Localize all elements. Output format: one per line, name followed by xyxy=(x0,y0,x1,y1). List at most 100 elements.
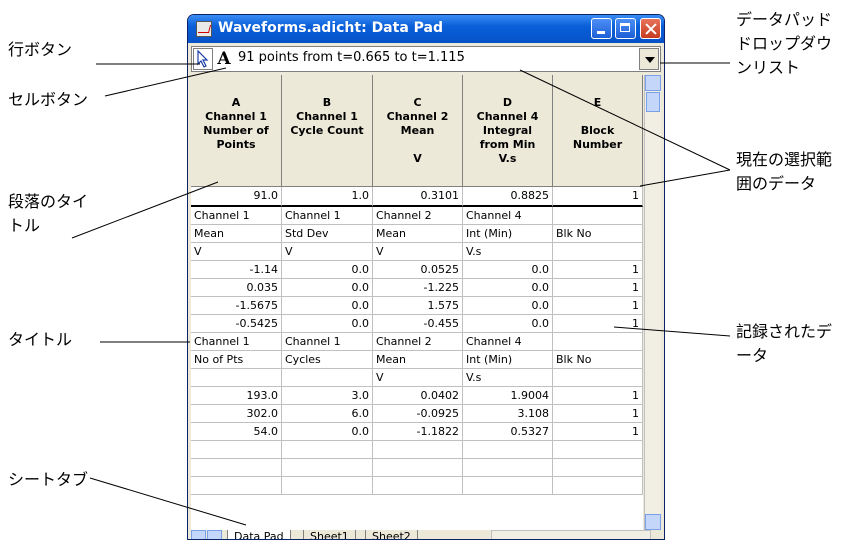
table-cell[interactable] xyxy=(191,459,282,477)
tab-sheet2[interactable]: Sheet2 xyxy=(365,530,418,539)
table-cell[interactable]: Channel 2 xyxy=(373,207,463,225)
dropdown-arrow-icon[interactable] xyxy=(639,48,659,70)
tab-data-pad[interactable]: Data Pad xyxy=(227,530,291,539)
cell-button[interactable]: A xyxy=(214,48,234,70)
column-header[interactable]: C Channel 2 Mean V xyxy=(373,75,463,187)
table-cell[interactable] xyxy=(282,477,373,495)
scroll-down-icon[interactable] xyxy=(645,514,661,530)
table-cell[interactable] xyxy=(553,207,643,225)
table-cell[interactable] xyxy=(191,369,282,387)
column-header[interactable]: D Channel 4 Integral from Min V.s xyxy=(463,75,553,187)
table-cell[interactable]: 1 xyxy=(553,315,643,333)
table-cell[interactable]: 0.035 xyxy=(191,279,282,297)
table-cell[interactable]: -1.14 xyxy=(191,261,282,279)
table-cell[interactable]: Channel 1 xyxy=(282,333,373,351)
table-cell[interactable]: Int (Min) xyxy=(463,351,553,369)
table-cell[interactable]: -0.0925 xyxy=(373,405,463,423)
table-cell[interactable] xyxy=(463,477,553,495)
table-cell[interactable]: 0.0 xyxy=(463,279,553,297)
table-cell[interactable]: 0.0 xyxy=(282,261,373,279)
table-cell[interactable]: No of Pts xyxy=(191,351,282,369)
table-cell[interactable]: Mean xyxy=(373,351,463,369)
table-cell[interactable]: Channel 1 xyxy=(191,207,282,225)
table-cell[interactable]: 0.0 xyxy=(463,297,553,315)
table-cell[interactable] xyxy=(373,459,463,477)
table-cell[interactable] xyxy=(553,441,643,459)
summary-cell[interactable]: 1.0 xyxy=(282,187,373,207)
table-cell[interactable]: V xyxy=(373,243,463,261)
minimize-button[interactable] xyxy=(591,18,612,39)
summary-cell[interactable]: 0.3101 xyxy=(373,187,463,207)
table-cell[interactable] xyxy=(553,459,643,477)
table-cell[interactable]: Channel 1 xyxy=(282,207,373,225)
table-cell[interactable] xyxy=(463,441,553,459)
table-cell[interactable] xyxy=(373,477,463,495)
table-cell[interactable]: -1.1822 xyxy=(373,423,463,441)
tab-next-icon[interactable] xyxy=(207,530,222,539)
table-cell[interactable]: Channel 2 xyxy=(373,333,463,351)
table-cell[interactable]: Blk No xyxy=(553,351,643,369)
table-cell[interactable]: 0.5327 xyxy=(463,423,553,441)
table-cell[interactable]: Cycles xyxy=(282,351,373,369)
table-cell[interactable]: 1 xyxy=(553,279,643,297)
table-cell[interactable]: Std Dev xyxy=(282,225,373,243)
summary-cell[interactable]: 0.8825 xyxy=(463,187,553,207)
table-cell[interactable]: V xyxy=(373,369,463,387)
table-cell[interactable]: -0.5425 xyxy=(191,315,282,333)
table-cell[interactable] xyxy=(553,243,643,261)
scroll-thumb[interactable] xyxy=(646,92,660,112)
table-cell[interactable]: 1.575 xyxy=(373,297,463,315)
table-cell[interactable]: 1 xyxy=(553,297,643,315)
table-cell[interactable]: 1 xyxy=(553,423,643,441)
selection-range-dropdown[interactable]: 91 points from t=0.665 to t=1.115 xyxy=(238,50,465,65)
summary-cell[interactable]: 91.0 xyxy=(191,187,282,207)
table-cell[interactable] xyxy=(553,369,643,387)
close-button[interactable] xyxy=(640,18,661,39)
table-cell[interactable]: 1 xyxy=(553,405,643,423)
table-cell[interactable] xyxy=(373,441,463,459)
horizontal-scrollbar[interactable] xyxy=(491,530,651,539)
column-header[interactable]: A Channel 1 Number of Points xyxy=(191,75,282,187)
table-cell[interactable]: 0.0 xyxy=(282,423,373,441)
table-cell[interactable]: 0.0 xyxy=(282,315,373,333)
tab-sheet1[interactable]: Sheet1 xyxy=(303,530,356,539)
table-cell[interactable]: 0.0 xyxy=(463,315,553,333)
column-header[interactable]: E Block Number xyxy=(553,75,643,187)
title-bar[interactable]: Waveforms.adicht: Data Pad xyxy=(188,15,664,43)
table-cell[interactable]: Channel 4 xyxy=(463,333,553,351)
table-cell[interactable] xyxy=(553,333,643,351)
table-cell[interactable]: Blk No xyxy=(553,225,643,243)
table-cell[interactable]: -0.455 xyxy=(373,315,463,333)
table-cell[interactable] xyxy=(282,459,373,477)
column-header[interactable]: B Channel 1 Cycle Count xyxy=(282,75,373,187)
table-cell[interactable]: 54.0 xyxy=(191,423,282,441)
table-cell[interactable]: V xyxy=(191,243,282,261)
row-button[interactable] xyxy=(193,48,213,70)
table-cell[interactable] xyxy=(553,477,643,495)
table-cell[interactable]: 6.0 xyxy=(282,405,373,423)
tab-prev-icon[interactable] xyxy=(191,530,206,539)
table-cell[interactable]: V.s xyxy=(463,243,553,261)
table-cell[interactable]: 0.0402 xyxy=(373,387,463,405)
table-cell[interactable] xyxy=(191,441,282,459)
table-cell[interactable]: 1.9004 xyxy=(463,387,553,405)
table-cell[interactable] xyxy=(282,441,373,459)
table-cell[interactable]: 0.0 xyxy=(463,261,553,279)
table-cell[interactable]: V.s xyxy=(463,369,553,387)
table-cell[interactable]: 302.0 xyxy=(191,405,282,423)
scroll-up-icon[interactable] xyxy=(645,75,661,91)
table-cell[interactable]: -1.225 xyxy=(373,279,463,297)
vertical-scrollbar[interactable] xyxy=(644,75,661,530)
table-cell[interactable]: V xyxy=(282,243,373,261)
table-cell[interactable] xyxy=(282,369,373,387)
table-cell[interactable]: 3.0 xyxy=(282,387,373,405)
maximize-button[interactable] xyxy=(615,18,636,39)
table-cell[interactable]: Channel 4 xyxy=(463,207,553,225)
table-cell[interactable]: 0.0 xyxy=(282,297,373,315)
table-cell[interactable]: 193.0 xyxy=(191,387,282,405)
table-cell[interactable]: Mean xyxy=(373,225,463,243)
table-cell[interactable] xyxy=(463,459,553,477)
table-cell[interactable]: 3.108 xyxy=(463,405,553,423)
table-cell[interactable]: -1.5675 xyxy=(191,297,282,315)
table-cell[interactable] xyxy=(191,477,282,495)
